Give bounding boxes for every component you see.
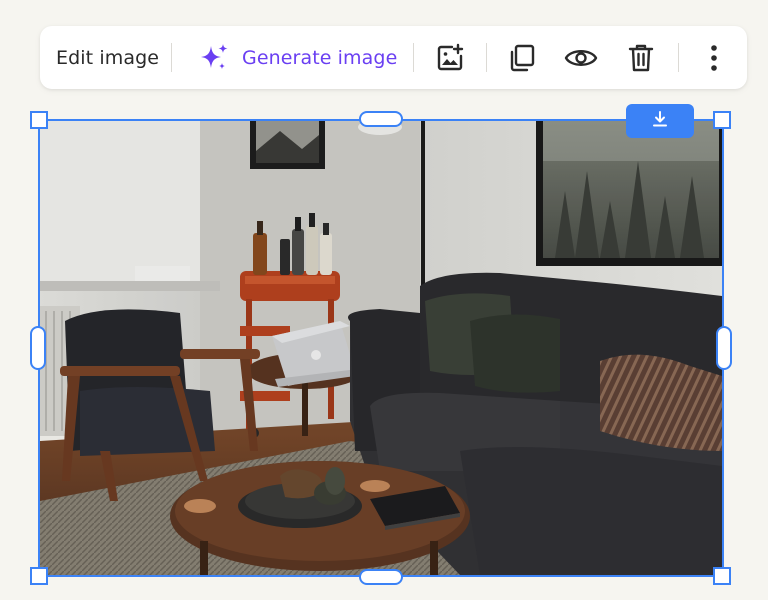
- add-image-button[interactable]: [434, 26, 466, 89]
- resize-handle-bottom-left[interactable]: [30, 567, 48, 585]
- trash-icon: [627, 43, 655, 73]
- resize-handle-bottom[interactable]: [359, 569, 403, 585]
- generate-image-label: Generate image: [242, 46, 398, 69]
- copy-icon: [507, 43, 537, 73]
- image-toolbar: Edit image Generate image: [40, 26, 747, 89]
- download-icon: [651, 110, 669, 132]
- living-room-photo: [40, 121, 722, 575]
- eye-icon: [564, 43, 598, 73]
- resize-handle-left[interactable]: [30, 326, 46, 370]
- resize-handle-top[interactable]: [359, 111, 403, 127]
- toolbar-divider: [486, 43, 487, 72]
- resize-handle-top-left[interactable]: [30, 111, 48, 129]
- toolbar-divider: [413, 43, 414, 72]
- resize-handle-bottom-right[interactable]: [713, 567, 731, 585]
- more-vertical-icon: [709, 43, 719, 73]
- edit-image-label: Edit image: [56, 46, 160, 69]
- resize-handle-top-right[interactable]: [713, 111, 731, 129]
- toolbar-divider: [171, 43, 172, 72]
- resize-handle-right[interactable]: [716, 326, 732, 370]
- download-button[interactable]: [626, 104, 694, 138]
- generate-image-button[interactable]: Generate image: [198, 26, 397, 89]
- selected-image[interactable]: [38, 119, 724, 577]
- edit-image-button[interactable]: Edit image: [56, 26, 159, 89]
- image-plus-icon: [435, 43, 465, 73]
- duplicate-button[interactable]: [506, 26, 538, 89]
- preview-button[interactable]: [564, 26, 598, 89]
- toolbar-divider: [678, 43, 679, 72]
- more-options-button[interactable]: [704, 26, 724, 89]
- delete-button[interactable]: [627, 26, 655, 89]
- sparkle-icon: [198, 42, 230, 74]
